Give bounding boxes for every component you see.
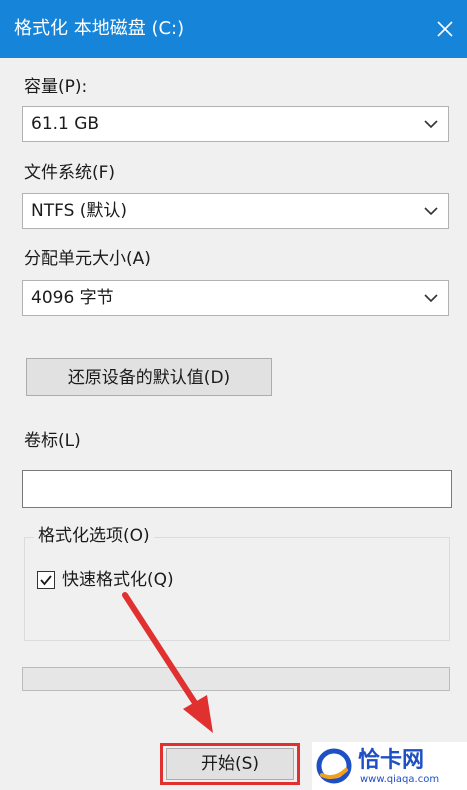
start-button[interactable]: 开始(S)	[166, 748, 294, 780]
checkmark-icon	[40, 575, 52, 586]
close-icon	[437, 21, 453, 37]
allocation-value: 4096 字节	[31, 288, 114, 308]
restore-defaults-label: 还原设备的默认值(D)	[67, 368, 231, 388]
filesystem-label: 文件系统(F)	[24, 163, 116, 183]
volume-label-caption: 卷标(L)	[24, 431, 81, 451]
chevron-down-icon	[424, 294, 438, 303]
watermark: 恰卡网 www.qiaqa.com	[312, 742, 467, 790]
watermark-logo-icon	[316, 748, 352, 784]
title-bar: 格式化 本地磁盘 (C:)	[0, 0, 467, 58]
capacity-value: 61.1 GB	[31, 114, 100, 134]
capacity-select[interactable]: 61.1 GB	[22, 106, 449, 142]
chevron-down-icon	[424, 207, 438, 216]
window-title: 格式化 本地磁盘 (C:)	[14, 18, 185, 39]
restore-defaults-button[interactable]: 还原设备的默认值(D)	[26, 358, 272, 396]
quick-format-label[interactable]: 快速格式化(Q)	[62, 569, 174, 591]
capacity-label: 容量(P):	[24, 77, 88, 97]
allocation-label: 分配单元大小(A)	[24, 249, 151, 269]
start-button-highlight: 开始(S)	[160, 743, 300, 785]
format-options-legend: 格式化选项(O)	[34, 525, 154, 547]
watermark-title: 恰卡网	[358, 748, 425, 773]
chevron-down-icon	[424, 120, 438, 129]
start-button-label: 开始(S)	[200, 754, 260, 774]
volume-label-input[interactable]	[22, 470, 452, 508]
watermark-url: www.qiaqa.com	[360, 774, 440, 785]
allocation-select[interactable]: 4096 字节	[22, 280, 449, 316]
filesystem-value: NTFS (默认)	[31, 201, 128, 221]
format-progress-bar	[22, 667, 450, 691]
filesystem-select[interactable]: NTFS (默认)	[22, 193, 449, 229]
close-button[interactable]	[421, 0, 467, 58]
quick-format-checkbox[interactable]	[37, 571, 55, 589]
